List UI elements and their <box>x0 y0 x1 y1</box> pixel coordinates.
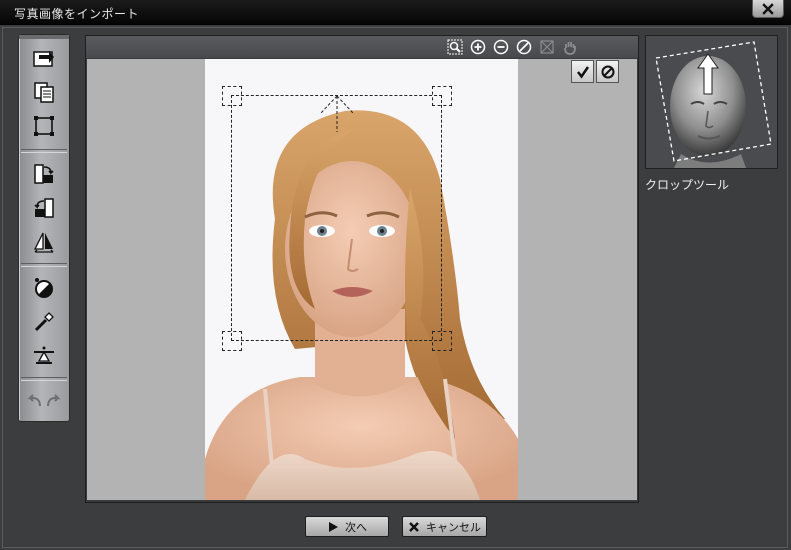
zoom-out-icon <box>493 39 509 55</box>
photo-canvas[interactable] <box>87 59 637 500</box>
cancel-icon <box>601 65 614 78</box>
undo-button[interactable] <box>25 387 43 413</box>
toolbar-separator <box>21 149 67 153</box>
contrast-button[interactable] <box>31 275 57 301</box>
rotate-right-button[interactable] <box>31 161 57 187</box>
left-toolbar <box>18 34 70 422</box>
toolbar-separator <box>21 263 67 267</box>
crop-icon <box>34 116 54 136</box>
crop-handle-top-right[interactable] <box>432 86 452 106</box>
crop-handle-bottom-left[interactable] <box>222 331 242 351</box>
frame-icon <box>540 40 554 54</box>
hand-button[interactable] <box>562 39 578 55</box>
rotate-left-icon <box>34 198 54 218</box>
crop-handle-bottom-right[interactable] <box>432 331 452 351</box>
close-icon <box>762 2 774 15</box>
zoom-fit-button[interactable] <box>447 39 463 55</box>
frame-button[interactable] <box>539 39 555 55</box>
import-photo-button[interactable] <box>31 45 57 71</box>
zoom-out-button[interactable] <box>493 39 509 55</box>
next-button-label: 次へ <box>345 520 367 534</box>
hand-icon <box>564 42 576 55</box>
redo-button[interactable] <box>45 387 63 413</box>
eyedropper-button[interactable] <box>31 309 57 335</box>
level-icon <box>34 346 54 364</box>
zoom-fit-icon <box>447 39 463 55</box>
crop-rectangle[interactable] <box>231 95 442 341</box>
next-button[interactable]: 次へ <box>305 516 389 537</box>
checkmark-icon <box>576 65 589 79</box>
cancel-crop-button[interactable] <box>596 60 619 83</box>
crop-tool-preview <box>645 35 778 169</box>
preview-label: クロップツール <box>645 178 730 192</box>
canvas-frame <box>85 35 639 503</box>
rotate-left-button[interactable] <box>31 195 57 221</box>
reset-icon <box>516 39 532 55</box>
rotate-right-icon <box>34 164 54 184</box>
eyedropper-icon <box>34 312 54 332</box>
undo-icon <box>27 394 41 407</box>
zoom-in-button[interactable] <box>470 39 486 55</box>
redo-icon <box>47 394 61 407</box>
level-button[interactable] <box>31 341 57 367</box>
title-bar: 写真画像をインポート <box>0 0 791 25</box>
crop-tool-button[interactable] <box>31 113 57 139</box>
flip-button[interactable] <box>31 229 57 255</box>
toolbar-separator <box>21 377 67 381</box>
contrast-icon <box>35 278 53 298</box>
x-icon <box>409 521 419 532</box>
apply-crop-button[interactable] <box>571 60 594 83</box>
toolbar-top-strip <box>19 35 69 39</box>
crop-handle-top-left[interactable] <box>222 86 242 106</box>
cancel-button[interactable]: キャンセル <box>402 516 487 537</box>
close-button[interactable] <box>752 0 784 18</box>
copy-button[interactable] <box>31 79 57 105</box>
import-photo-icon <box>33 51 54 67</box>
play-arrow-icon <box>329 521 338 532</box>
flip-icon <box>33 232 54 253</box>
zoom-in-icon <box>470 39 486 55</box>
crop-center-arrow <box>319 95 355 132</box>
cancel-button-label: キャンセル <box>426 520 481 534</box>
window-title: 写真画像をインポート <box>14 7 140 21</box>
copy-icon <box>34 82 54 103</box>
reset-button[interactable] <box>516 39 532 55</box>
canvas-toolbar <box>86 36 638 58</box>
crop-confirm-group <box>571 60 619 83</box>
crop-tool-head-icon <box>646 36 777 168</box>
